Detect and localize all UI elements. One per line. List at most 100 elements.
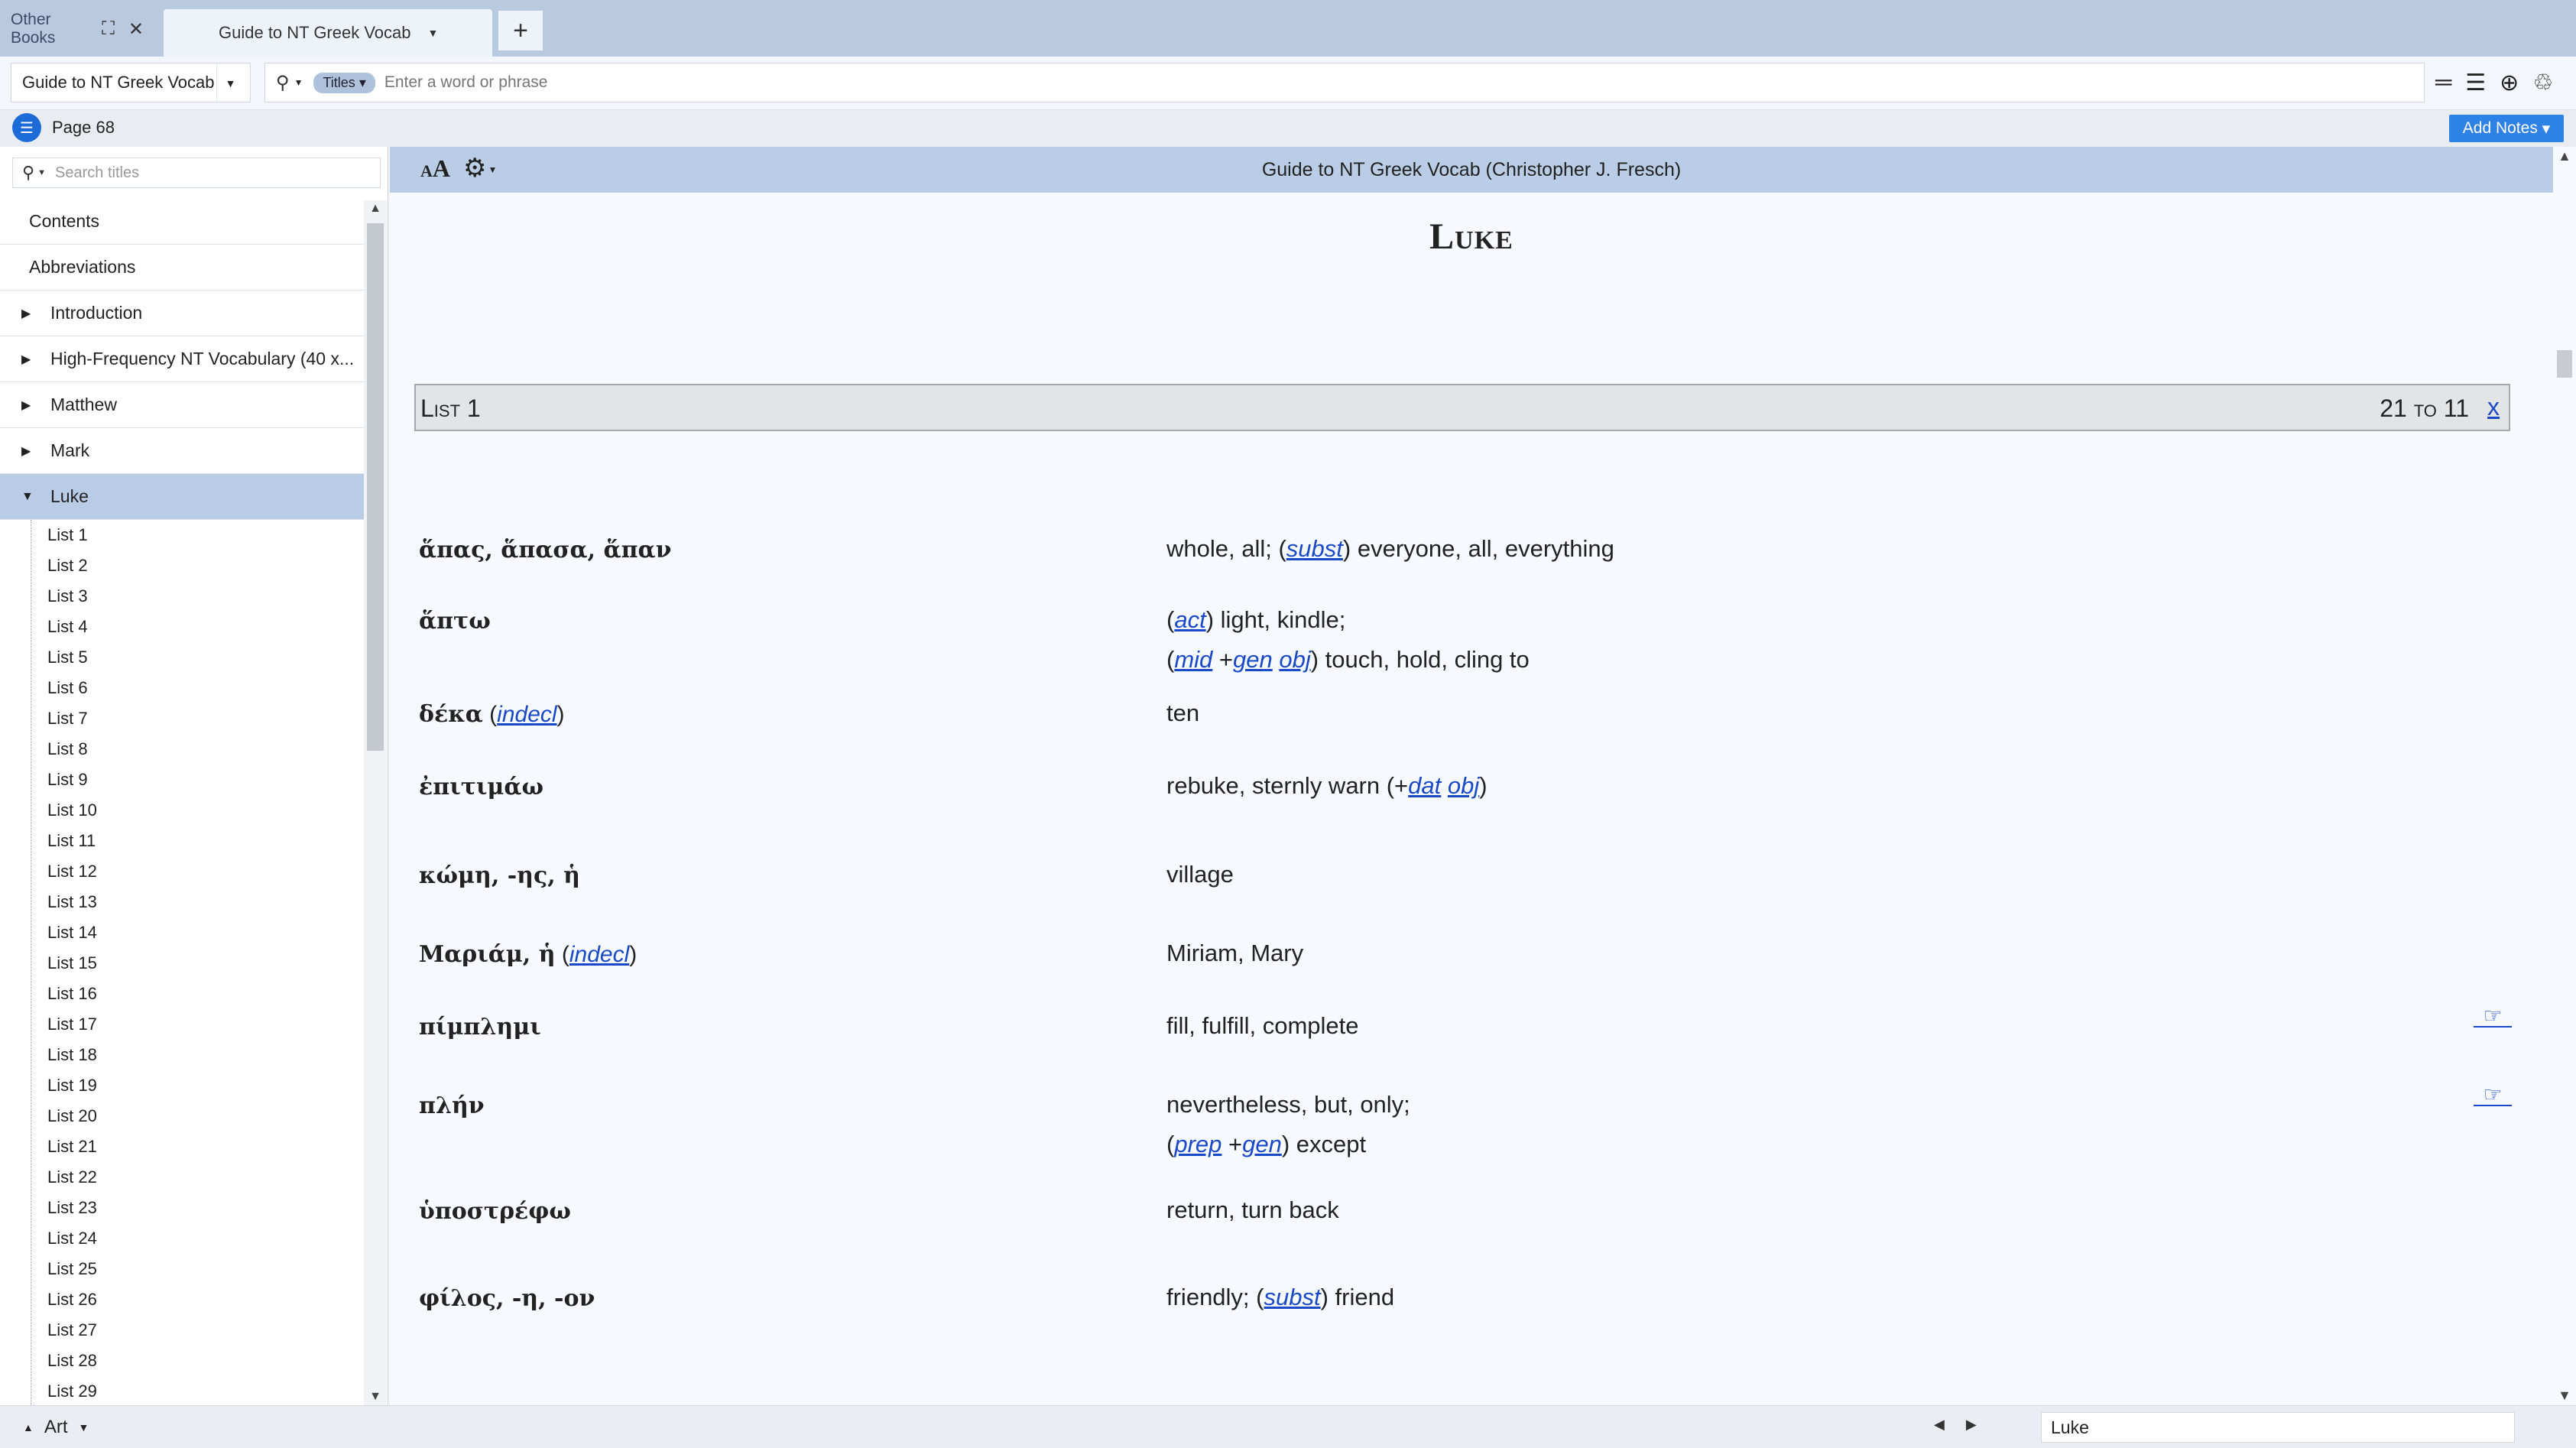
abbreviation-link[interactable]: mid: [1174, 646, 1212, 673]
toc-subitem-list[interactable]: List 16: [0, 979, 364, 1009]
location-field[interactable]: Luke: [2041, 1412, 2515, 1443]
toc-subitem-list[interactable]: List 26: [0, 1284, 364, 1315]
toc-item-luke[interactable]: ▼ Luke: [0, 474, 364, 520]
search-scope-pill[interactable]: Titles ▾: [313, 72, 375, 93]
add-icon[interactable]: ⊕: [2500, 70, 2519, 96]
toc-subitem-list[interactable]: List 17: [0, 1009, 364, 1040]
tab-guide-nt-greek-vocab[interactable]: Guide to NT Greek Vocab ▼: [164, 9, 492, 57]
toc-subitem-list[interactable]: List 22: [0, 1162, 364, 1193]
toc-subitem-list[interactable]: List 5: [0, 642, 364, 673]
sync-icon[interactable]: ♲: [2532, 70, 2553, 96]
toc-subitem-list[interactable]: List 4: [0, 612, 364, 642]
toc-item-introduction[interactable]: ▶ Introduction: [0, 291, 364, 336]
toc-subitem-list[interactable]: List 7: [0, 703, 364, 734]
greek-word: πλήν: [419, 1092, 485, 1119]
sidebar: ⚲ ▼ Search titles Contents Abbreviations…: [0, 147, 388, 1405]
toc-subitem-list[interactable]: List 24: [0, 1223, 364, 1254]
forward-arrow-icon[interactable]: ▶: [1966, 1417, 1977, 1433]
toc-item-contents[interactable]: Contents: [0, 199, 364, 245]
toc-item-abbreviations[interactable]: Abbreviations: [0, 245, 364, 291]
abbreviation-link[interactable]: subst: [1264, 1284, 1320, 1310]
expand-arrow-icon[interactable]: ▶: [21, 398, 31, 413]
toc-subitem-list[interactable]: List 28: [0, 1346, 364, 1376]
toc-subitem-list[interactable]: List 15: [0, 948, 364, 979]
abbreviation-link[interactable]: act: [1174, 606, 1205, 633]
scroll-up-icon[interactable]: ▲: [364, 202, 387, 216]
toc-subitem-list[interactable]: List 1: [0, 520, 364, 550]
toc-subitem-list[interactable]: List 9: [0, 765, 364, 795]
scroll-down-icon[interactable]: ▼: [2553, 1388, 2576, 1404]
gloss-line: (mid +gen obj) touch, hold, cling to: [1166, 640, 1530, 680]
expand-arrow-icon[interactable]: ▶: [21, 352, 31, 367]
abbreviation-link[interactable]: indecl: [497, 702, 556, 727]
scrollbar-thumb[interactable]: [2557, 350, 2572, 378]
collapse-arrow-icon[interactable]: ▼: [21, 490, 34, 504]
toc-subitem-list[interactable]: List 25: [0, 1254, 364, 1284]
search-icon[interactable]: ⚲: [22, 163, 34, 183]
title-search[interactable]: ⚲ ▼ Search titles: [12, 157, 381, 188]
sidebar-scrollbar[interactable]: ▲ ▼: [364, 200, 387, 1405]
add-notes-button[interactable]: Add Notes ▾: [2449, 115, 2564, 142]
table-of-contents-icon[interactable]: ☰: [12, 113, 41, 142]
font-size-icon[interactable]: AA: [420, 154, 450, 183]
search-icon[interactable]: ⚲: [276, 72, 290, 94]
expand-arrow-icon[interactable]: ▶: [21, 443, 31, 459]
content-scrollbar[interactable]: ▲ ▼: [2553, 147, 2576, 1405]
toc-subitem-list[interactable]: List 8: [0, 734, 364, 765]
new-tab-button[interactable]: +: [498, 11, 543, 50]
chevron-down-icon[interactable]: ▼: [428, 27, 439, 39]
abbreviation-link[interactable]: gen: [1242, 1131, 1282, 1157]
abbreviation-link[interactable]: subst: [1286, 535, 1343, 562]
scroll-down-icon[interactable]: ▼: [364, 1390, 387, 1404]
toc-subitem-list[interactable]: List 10: [0, 795, 364, 826]
maximize-icon[interactable]: ⛶: [102, 18, 115, 40]
chevron-down-icon[interactable]: ▼: [79, 1421, 89, 1433]
expand-arrow-icon[interactable]: ▶: [21, 306, 31, 321]
toc-subitem-list[interactable]: List 3: [0, 581, 364, 612]
search-options-chevron-icon[interactable]: ▼: [294, 77, 303, 88]
scroll-up-icon[interactable]: ▲: [2553, 148, 2576, 164]
toc-subitem-list[interactable]: List 18: [0, 1040, 364, 1070]
toc-item-mark[interactable]: ▶ Mark: [0, 428, 364, 474]
status-left[interactable]: ▲ Art ▼: [23, 1417, 89, 1438]
toc-subitem-list[interactable]: List 2: [0, 550, 364, 581]
toc-subitem-list[interactable]: List 20: [0, 1101, 364, 1131]
greek-headword: ἅπας, ἅπασα, ἅπαν: [419, 537, 671, 563]
pointing-hand-note-icon[interactable]: ☞: [2474, 1005, 2512, 1028]
toc-subitem-list[interactable]: List 29: [0, 1376, 364, 1405]
gear-icon[interactable]: ⚙ ▼: [463, 153, 497, 183]
resource-selector[interactable]: Guide to NT Greek Vocab ▼: [11, 63, 251, 103]
back-arrow-icon[interactable]: ◀: [1934, 1417, 1945, 1433]
abbreviation-link[interactable]: prep: [1174, 1131, 1221, 1157]
pointing-hand-note-icon[interactable]: ☞: [2474, 1084, 2512, 1106]
abbreviation-link[interactable]: obj: [1448, 772, 1479, 799]
toc-subitem-list[interactable]: List 19: [0, 1070, 364, 1101]
toc-item-matthew[interactable]: ▶ Matthew: [0, 382, 364, 428]
toc-subitem-list[interactable]: List 11: [0, 826, 364, 856]
tab-other-books[interactable]: Other Books ⛶ ✕: [0, 5, 157, 54]
abbreviation-link[interactable]: gen: [1233, 646, 1273, 673]
chevron-down-icon[interactable]: ▼: [37, 168, 46, 177]
toc-subitem-list[interactable]: List 27: [0, 1315, 364, 1346]
toc-subitem-list[interactable]: List 21: [0, 1131, 364, 1162]
toc-subitem-list[interactable]: List 13: [0, 887, 364, 917]
toc-subitem-list[interactable]: List 6: [0, 673, 364, 703]
triangle-up-icon[interactable]: ▲: [23, 1421, 34, 1433]
toc-item-high-frequency[interactable]: ▶ High-Frequency NT Vocabulary (40 x...: [0, 336, 364, 382]
scrollbar-thumb[interactable]: [367, 223, 384, 751]
chevron-down-icon[interactable]: ▼: [216, 63, 244, 103]
abbreviation-link[interactable]: obj: [1279, 646, 1310, 673]
title-search-placeholder: Search titles: [55, 164, 140, 181]
search-input[interactable]: [384, 73, 2219, 92]
gloss-text: rebuke, sternly warn (+: [1166, 772, 1409, 799]
parallel-resources-icon[interactable]: ═: [2435, 70, 2451, 96]
toc-subitem-list[interactable]: List 23: [0, 1193, 364, 1223]
abbreviation-link[interactable]: dat: [1408, 772, 1441, 799]
toc-subitem-list[interactable]: List 12: [0, 856, 364, 887]
close-icon[interactable]: ✕: [128, 18, 144, 41]
visual-filters-icon[interactable]: ☰: [2465, 70, 2486, 96]
toc-subitem-list[interactable]: List 14: [0, 917, 364, 948]
greek-word: κώμη, -ης, ἡ: [419, 862, 580, 889]
abbreviation-link[interactable]: indecl: [569, 942, 629, 967]
list-close-link[interactable]: x: [2487, 393, 2500, 421]
